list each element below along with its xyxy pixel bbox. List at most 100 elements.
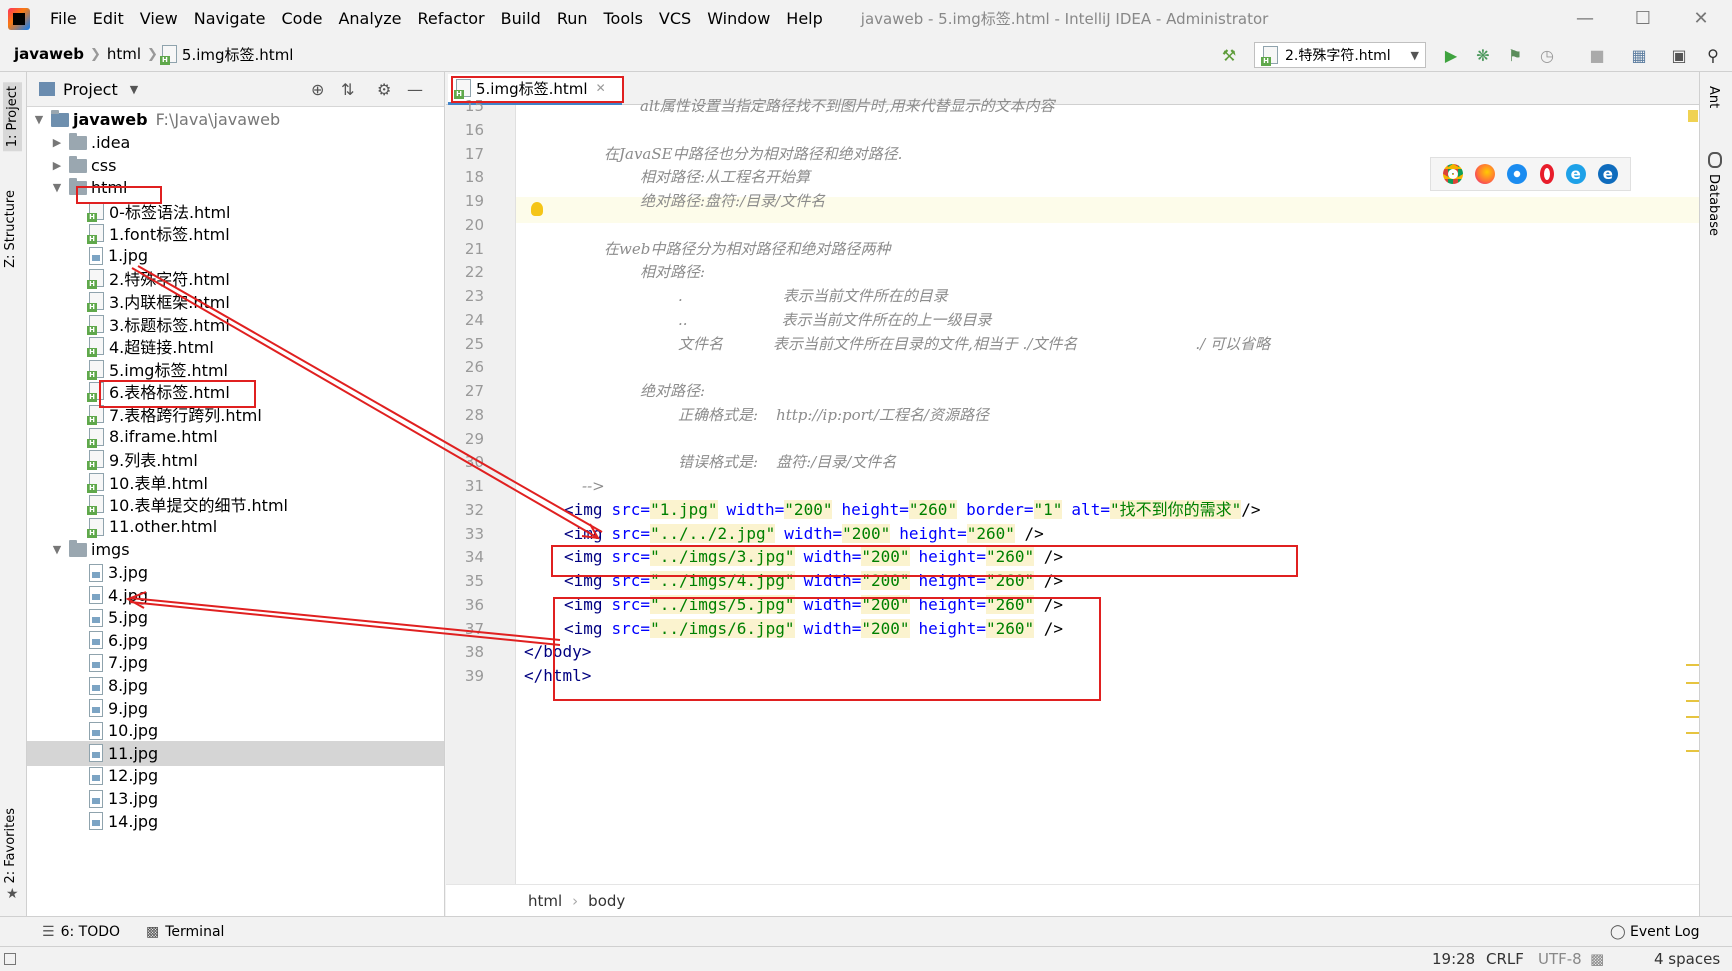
tree-file[interactable]: 8.jpg [27, 673, 444, 698]
menu-navigate[interactable]: Navigate [186, 0, 274, 37]
tree-file[interactable]: 9.jpg [27, 696, 444, 721]
tree-file[interactable]: 4.超链接.html [27, 334, 444, 359]
coverage-icon[interactable]: ⚑ [1504, 44, 1526, 66]
status-indent[interactable]: 4 spaces [1654, 950, 1720, 968]
editor-breadcrumb-body[interactable]: body [588, 892, 625, 910]
search-icon[interactable]: ⚲ [1702, 44, 1724, 66]
tree-file[interactable]: 3.内联框架.html [27, 288, 444, 313]
collapse-all-icon[interactable]: ⇅ [341, 80, 354, 99]
menu-code[interactable]: Code [274, 0, 331, 37]
edge-icon[interactable]: e [1597, 164, 1618, 184]
tree-file[interactable]: 8.iframe.html [27, 424, 444, 449]
tree-file[interactable]: 5.img标签.html [27, 356, 444, 381]
layout-icon[interactable]: ▣ [1668, 44, 1690, 66]
tree-file[interactable]: 14.jpg [27, 809, 444, 834]
ie-icon[interactable]: e [1565, 164, 1586, 184]
tree-file[interactable]: 6.jpg [27, 628, 444, 653]
tree-file[interactable]: 10.表单.html [27, 469, 444, 494]
maximize-icon[interactable]: ☐ [1614, 0, 1672, 37]
safari-icon[interactable] [1507, 164, 1528, 184]
tree-file[interactable]: 13.jpg [27, 786, 444, 811]
tree-file-label: 4.超链接.html [109, 338, 214, 358]
tree-file[interactable]: 11.jpg [27, 740, 444, 766]
menu-help[interactable]: Help [778, 0, 830, 37]
code-attr: width= [726, 499, 785, 519]
tree-file[interactable]: 7.jpg [27, 650, 444, 675]
locate-icon[interactable]: ⊕ [311, 80, 324, 99]
tab-favorites[interactable]: 2: Favorites [3, 808, 18, 884]
menu-build[interactable]: Build [493, 0, 549, 37]
tree-root-name: javaweb [73, 110, 148, 129]
tree-file[interactable]: 10.jpg [27, 718, 444, 743]
hide-icon[interactable]: — [407, 80, 423, 99]
menu-tools[interactable]: Tools [596, 0, 651, 37]
tree-file[interactable]: 1.font标签.html [27, 221, 444, 246]
stop-icon[interactable]: ■ [1586, 44, 1608, 66]
tree-file[interactable]: 3.标题标签.html [27, 311, 444, 336]
menu-run[interactable]: Run [549, 0, 596, 37]
firefox-icon[interactable] [1475, 164, 1496, 184]
editor-breadcrumb-html[interactable]: html [528, 892, 562, 910]
tab-database[interactable]: Database [1706, 174, 1721, 236]
tree-file[interactable]: 11.other.html [27, 514, 444, 539]
annotation-box-lines-34-37 [553, 597, 1101, 701]
menu-file[interactable]: File [42, 0, 85, 37]
code-attr: height= [841, 499, 909, 519]
chrome-icon[interactable] [1443, 164, 1464, 184]
status-cursor-position[interactable]: 19:28 [1432, 950, 1475, 968]
tree-file[interactable]: 9.列表.html [27, 447, 444, 472]
expanded-arrow-icon[interactable]: ▼ [49, 543, 65, 556]
tab-structure[interactable]: Z: Structure [3, 190, 18, 268]
collapsed-arrow-icon[interactable]: ▶ [49, 159, 65, 172]
opera-icon[interactable] [1539, 164, 1554, 184]
tab-ant[interactable]: Ant [1706, 86, 1721, 108]
gear-icon[interactable]: ⚙ [377, 80, 391, 99]
tree-folder-idea[interactable]: ▶ .idea [27, 130, 444, 155]
tab-todo[interactable]: 6: TODO [61, 924, 120, 940]
tree-root[interactable]: ▼ javaweb F:\Java\javaweb [27, 107, 444, 132]
run-configuration-label: 2.特殊字符.html [1285, 48, 1391, 64]
breadcrumb-project[interactable]: javaweb [8, 45, 90, 63]
line-number: 37 [464, 619, 484, 638]
chevron-down-icon[interactable]: ▼ [130, 83, 138, 96]
breadcrumb-file[interactable]: 5.img标签.html [182, 44, 300, 65]
menu-analyze[interactable]: Analyze [330, 0, 409, 37]
menu-edit[interactable]: Edit [85, 0, 132, 37]
hide-panels-icon[interactable] [4, 953, 16, 965]
tree-file[interactable]: 5.jpg [27, 605, 444, 630]
run-icon[interactable]: ▶ [1440, 44, 1462, 66]
tree-file[interactable]: 10.表单提交的细节.html [27, 492, 444, 517]
line-number: 25 [464, 334, 484, 353]
tab-terminal[interactable]: Terminal [165, 924, 224, 940]
close-icon[interactable]: ✕ [1672, 0, 1730, 37]
minimize-icon[interactable]: — [1556, 0, 1614, 37]
tree-file[interactable]: 12.jpg [27, 763, 444, 788]
tree-folder-imgs[interactable]: ▼ imgs [27, 537, 444, 562]
project-panel-title[interactable]: Project [63, 80, 118, 99]
hammer-icon[interactable]: ⚒ [1218, 44, 1240, 66]
menu-window[interactable]: Window [699, 0, 778, 37]
tab-event-log[interactable]: Event Log [1630, 924, 1700, 940]
tree-file[interactable]: 4.jpg [27, 583, 444, 608]
breadcrumb-folder[interactable]: html [101, 45, 147, 63]
editor-breadcrumb: html › body [446, 884, 1699, 916]
analysis-status-icon[interactable] [1688, 110, 1698, 122]
menu-vcs[interactable]: VCS [651, 0, 699, 37]
run-configuration-select[interactable]: 2.特殊字符.html ▼ [1254, 42, 1426, 68]
right-tool-stripe: Ant Database [1699, 72, 1732, 916]
debug-icon[interactable]: ❋ [1472, 44, 1494, 66]
project-structure-icon[interactable]: ▦ [1628, 44, 1650, 66]
expanded-arrow-icon[interactable]: ▼ [49, 181, 65, 194]
profile-icon[interactable]: ◷ [1536, 44, 1558, 66]
menu-refactor[interactable]: Refactor [410, 0, 493, 37]
status-encoding[interactable]: UTF-8 [1538, 950, 1582, 968]
lightbulb-icon[interactable] [531, 202, 543, 216]
tab-project[interactable]: 1: Project [3, 82, 22, 152]
tree-file[interactable]: 3.jpg [27, 560, 444, 585]
status-line-ending[interactable]: CRLF [1486, 950, 1524, 968]
tree-file[interactable]: 2.特殊字符.html [27, 266, 444, 291]
tree-file[interactable]: 1.jpg [27, 243, 444, 268]
menu-view[interactable]: View [132, 0, 186, 37]
collapsed-arrow-icon[interactable]: ▶ [49, 136, 65, 149]
expanded-arrow-icon[interactable]: ▼ [31, 113, 47, 126]
